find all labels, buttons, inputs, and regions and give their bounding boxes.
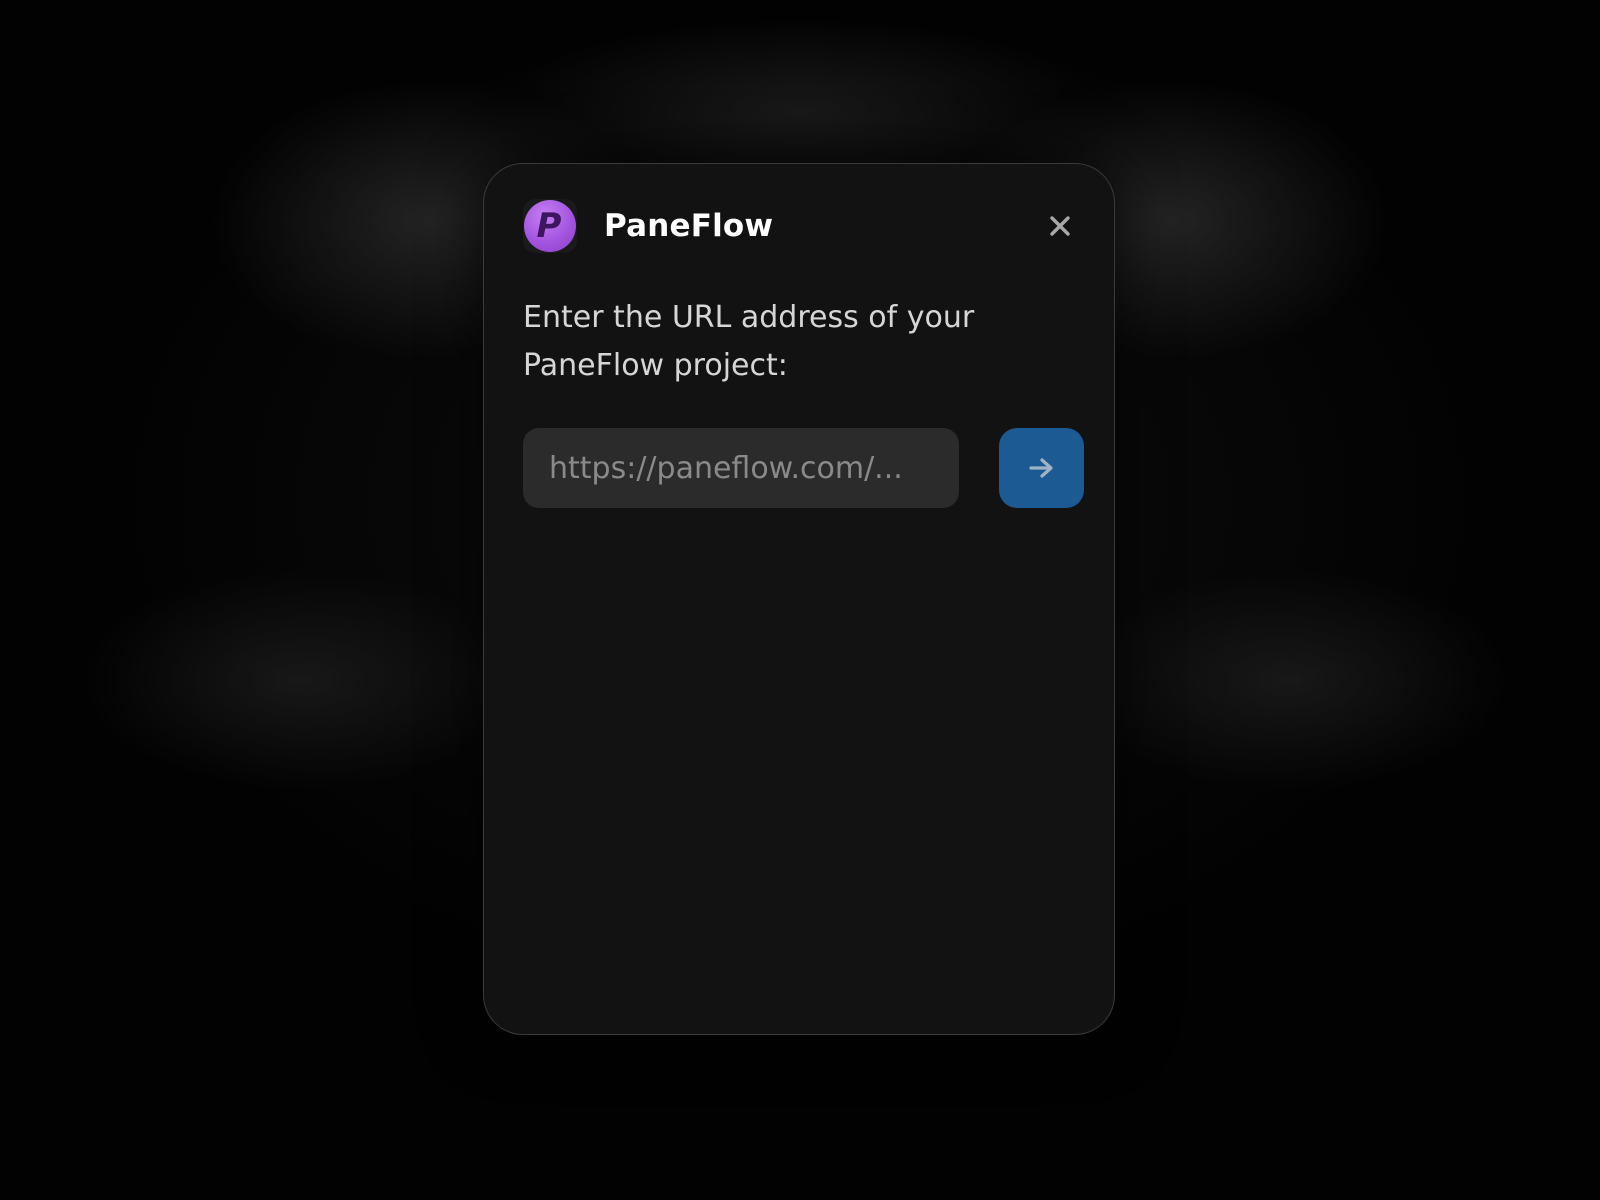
- arrow-right-icon: [1028, 458, 1053, 478]
- submit-url-button[interactable]: [999, 428, 1084, 508]
- app-logo-letter: P: [536, 206, 562, 246]
- project-url-input[interactable]: [523, 428, 959, 508]
- close-button[interactable]: [1045, 211, 1075, 241]
- app-title: PaneFlow: [604, 208, 774, 244]
- close-icon: [1050, 216, 1070, 236]
- app-logo: P: [523, 199, 577, 253]
- url-prompt-text: Enter the URL address of your PaneFlow p…: [523, 300, 975, 383]
- dialog-header: P PaneFlow: [523, 199, 1075, 253]
- project-url-dialog: P PaneFlow Enter the URL address of your…: [483, 163, 1115, 1035]
- app-logo-badge: P: [524, 200, 576, 252]
